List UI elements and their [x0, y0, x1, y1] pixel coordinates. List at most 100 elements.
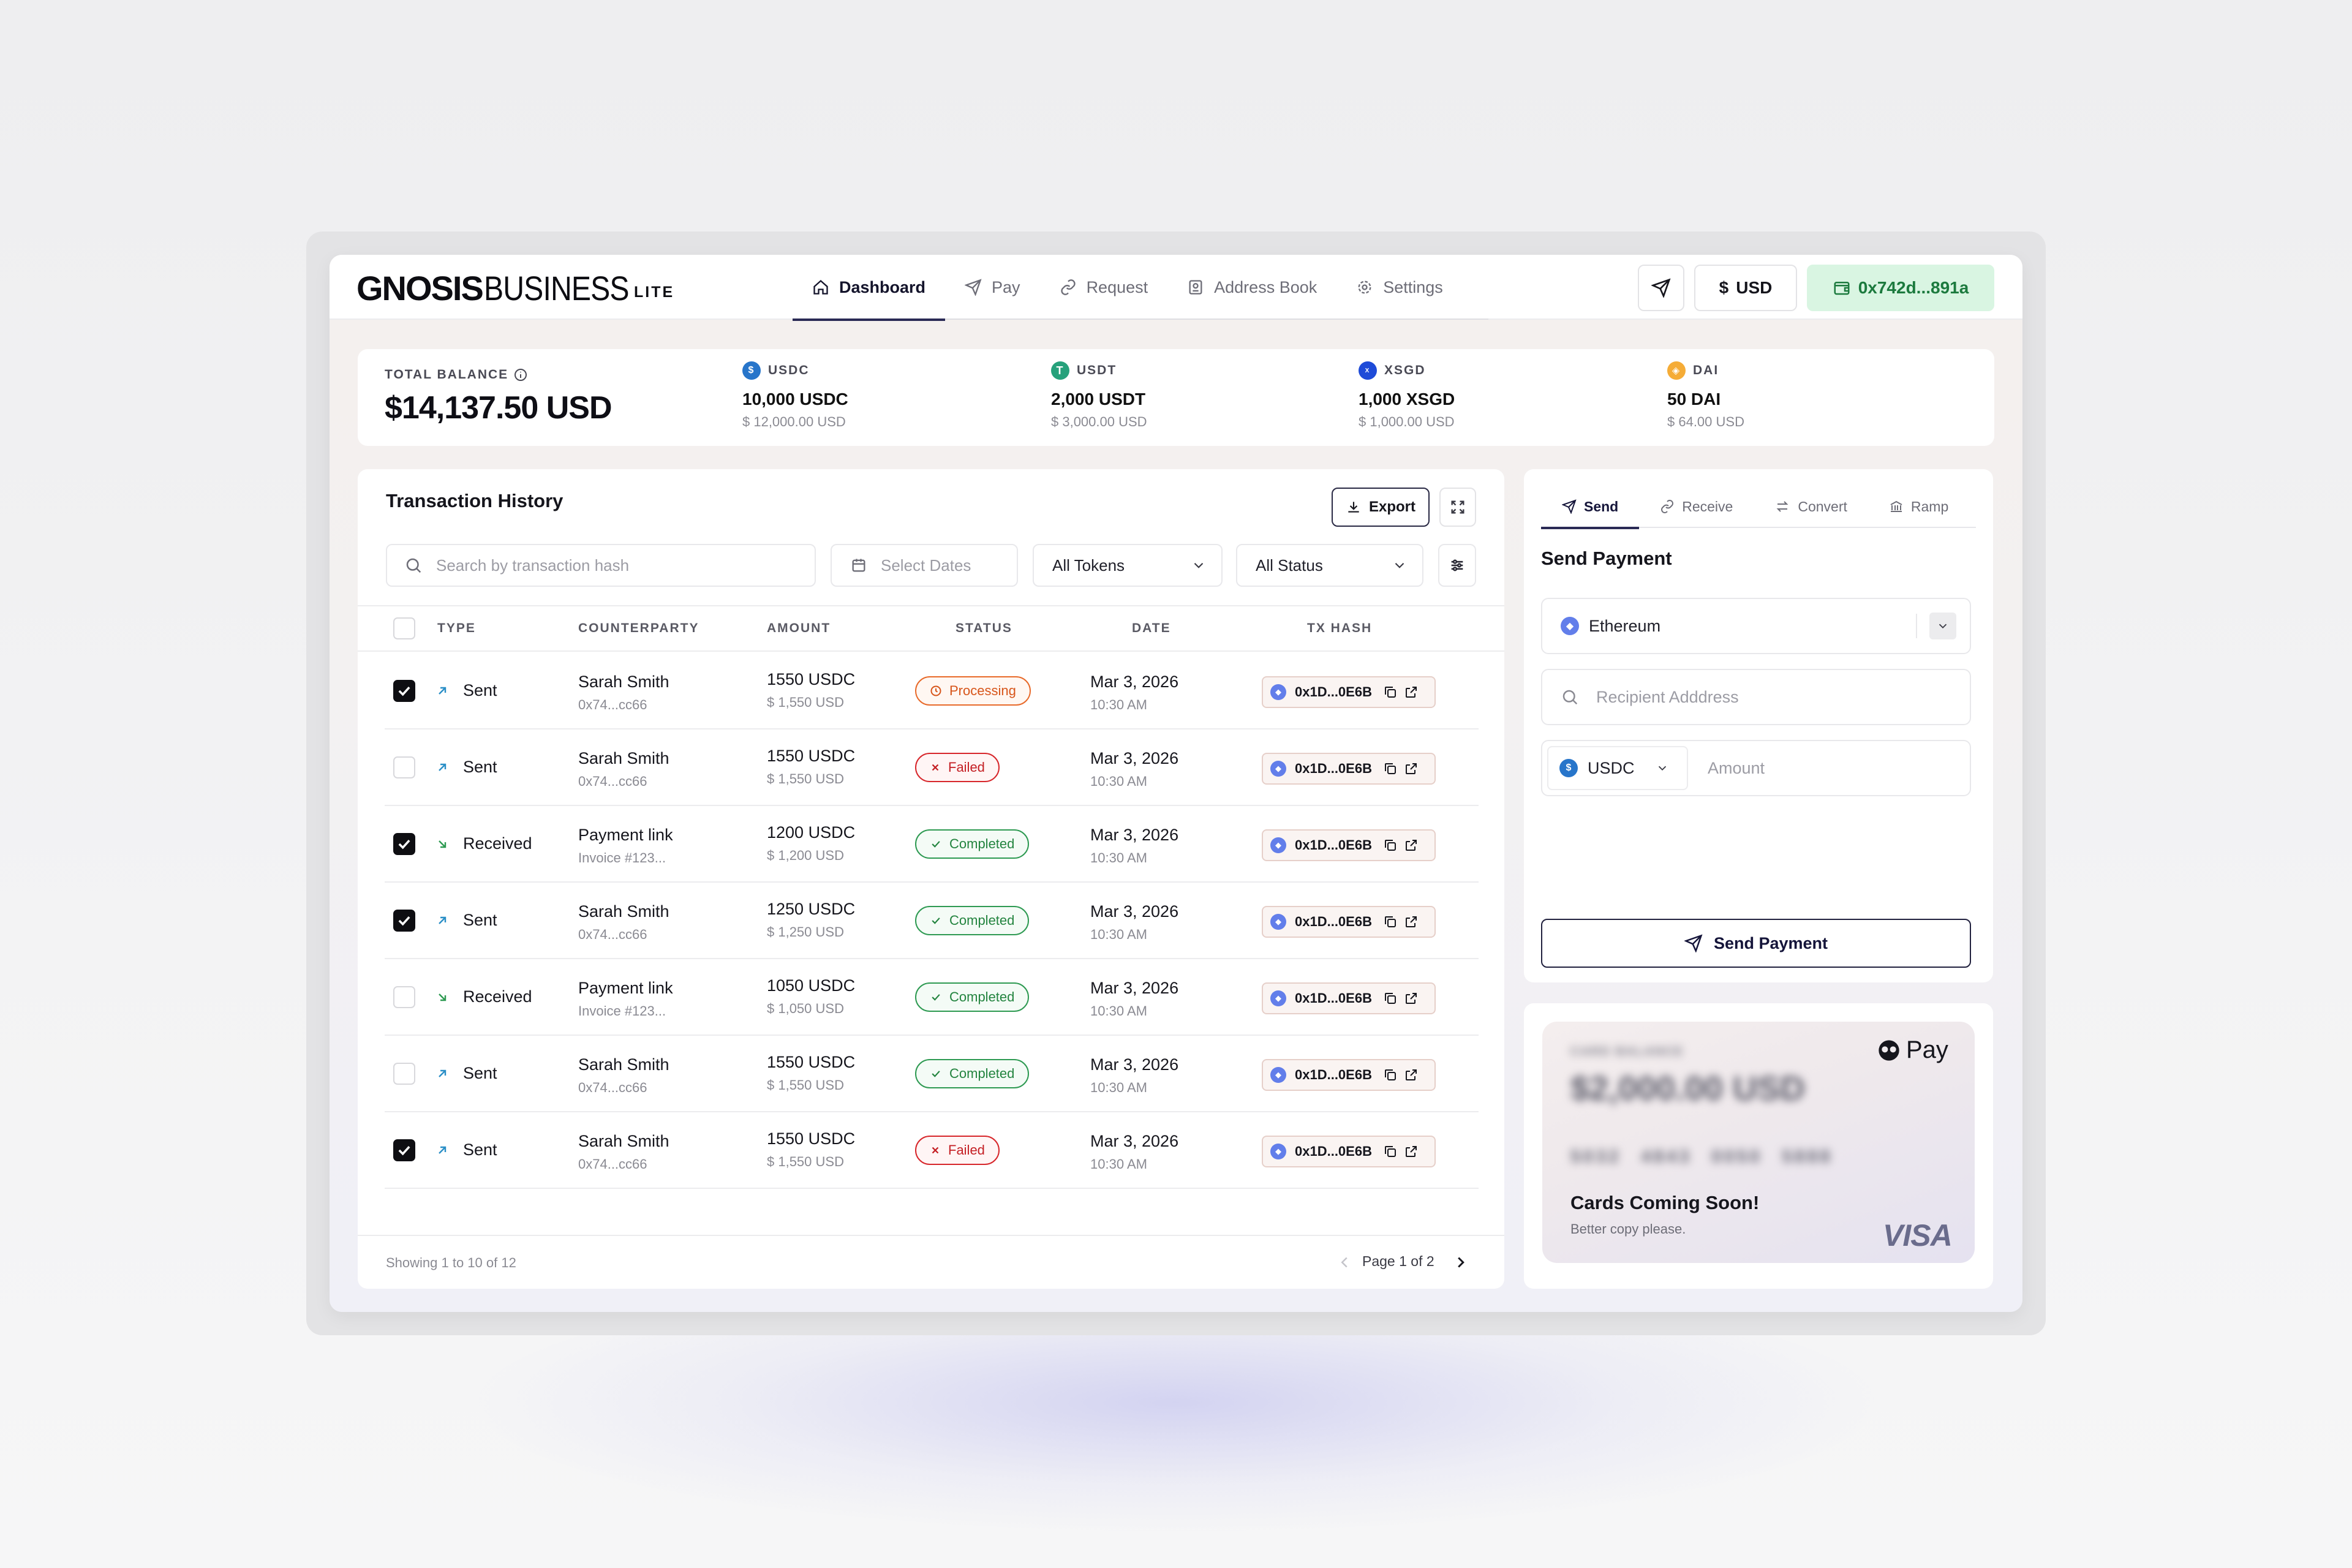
table-row[interactable]: Received Payment link Invoice #123... 1200 …: [385, 806, 1479, 883]
tx-amount: 1550 USDC: [767, 670, 856, 688]
counterparty-sub: Invoice #123...: [578, 850, 666, 865]
expand-button[interactable]: [1439, 488, 1476, 527]
status-badge: Completed: [915, 1059, 1030, 1088]
arrow-up-right-icon: [439, 687, 447, 695]
search-input[interactable]: Search by transaction hash: [386, 544, 816, 587]
send-icon: [1684, 934, 1703, 952]
select-all-checkbox[interactable]: [393, 617, 415, 639]
tx-date: Mar 3, 2026: [1090, 1132, 1179, 1150]
amount-input[interactable]: $ USDC Amount: [1541, 740, 1971, 796]
table-row[interactable]: Sent Sarah Smith 0x74...cc66 1250 USDC $ 1,2…: [385, 883, 1479, 959]
arrow-up-right-icon: [439, 1146, 447, 1154]
counterparty-name: Payment link: [578, 979, 673, 997]
row-checkbox[interactable]: [393, 680, 415, 702]
row-checkbox[interactable]: [393, 1063, 415, 1085]
dates-placeholder: Select Dates: [881, 556, 971, 575]
table-row[interactable]: Sent Sarah Smith 0x74...cc66 1550 USDC $ 1,5…: [385, 1112, 1479, 1189]
tx-hash: 0x1D...0E6B: [1295, 1067, 1372, 1082]
status-filter[interactable]: All Status: [1236, 544, 1423, 587]
token-usd: $ 64.00 USD: [1667, 414, 1744, 429]
token-usd: $ 3,000.00 USD: [1051, 414, 1147, 429]
col-status: STATUS: [956, 621, 1012, 635]
table-row[interactable]: Sent Sarah Smith 0x74...cc66 1550 USDC $ 1,5…: [385, 1036, 1479, 1112]
tx-time: 10:30 AM: [1090, 697, 1147, 712]
logo-gnosis: GNOSIS: [356, 268, 484, 307]
info-icon[interactable]: [513, 368, 528, 382]
tx-type: Sent: [435, 758, 497, 777]
tx-type-label: Sent: [463, 911, 497, 929]
logo[interactable]: GNOSIS BUSINESS LITE: [356, 268, 675, 307]
external-link-icon[interactable]: [1404, 761, 1419, 776]
external-link-icon[interactable]: [1404, 838, 1419, 853]
row-checkbox[interactable]: [393, 833, 415, 855]
recipient-input[interactable]: Recipient Adddress: [1541, 669, 1971, 725]
quick-send-button[interactable]: [1638, 265, 1684, 311]
check-icon: [932, 1071, 940, 1077]
network-select[interactable]: ◆ Ethereum: [1541, 598, 1971, 654]
checkmark-icon: [398, 1145, 410, 1156]
external-link-icon[interactable]: [1404, 991, 1419, 1006]
tab-ramp[interactable]: Ramp: [1868, 485, 1969, 528]
check-icon: [932, 841, 940, 848]
copy-icon[interactable]: [1383, 991, 1398, 1006]
bank-icon: [1890, 500, 1902, 512]
logo-lite: LITE: [634, 283, 675, 301]
wallet-button[interactable]: 0x742d...891a: [1807, 265, 1994, 311]
date-picker[interactable]: Select Dates: [831, 544, 1018, 587]
external-link-icon[interactable]: [1404, 1068, 1419, 1082]
table-row[interactable]: Received Payment link Invoice #123... 1050 …: [385, 959, 1479, 1036]
counterparty-name: Sarah Smith: [578, 749, 669, 767]
app-window: GNOSIS BUSINESS LITE Dashboard Pay Reque…: [330, 255, 2022, 1312]
status-badge: Completed: [915, 982, 1030, 1012]
send-payment-button[interactable]: Send Payment: [1541, 919, 1971, 968]
nav-address-book[interactable]: Address Book: [1167, 255, 1336, 320]
nav-dashboard[interactable]: Dashboard: [793, 255, 946, 321]
tab-label: Receive: [1682, 498, 1733, 514]
nav-pay[interactable]: Pay: [945, 255, 1040, 320]
token-xsgd: X XSGD 1,000 XSGD $ 1,000.00 USD: [1359, 361, 1455, 430]
copy-icon[interactable]: [1383, 1144, 1398, 1159]
tokens-filter[interactable]: All Tokens: [1033, 544, 1223, 587]
filter-settings-button[interactable]: [1438, 544, 1476, 587]
status-filter-value: All Status: [1256, 556, 1323, 575]
copy-icon[interactable]: [1383, 1068, 1398, 1082]
tab-receive[interactable]: Receive: [1639, 485, 1754, 528]
nav-request[interactable]: Request: [1040, 255, 1168, 320]
gnosis-pay-logo: Pay: [1877, 1036, 1948, 1064]
check-icon: [932, 994, 940, 1001]
tx-hash: 0x1D...0E6B: [1295, 684, 1372, 699]
chevron-left-icon[interactable]: [1335, 1253, 1354, 1272]
tab-send[interactable]: Send: [1541, 485, 1640, 529]
external-link-icon[interactable]: [1404, 1144, 1419, 1159]
row-checkbox[interactable]: [393, 1139, 415, 1161]
tab-label: Convert: [1798, 498, 1847, 514]
tab-convert[interactable]: Convert: [1754, 485, 1868, 528]
cards-coming-soon: Cards Coming Soon!: [1570, 1192, 1760, 1213]
status-label: Completed: [949, 836, 1015, 851]
external-link-icon[interactable]: [1404, 914, 1419, 929]
row-checkbox[interactable]: [393, 986, 415, 1008]
copy-icon[interactable]: [1383, 838, 1398, 853]
tx-hash-chip: ◆ 0x1D...0E6B: [1262, 829, 1436, 861]
download-icon: [1348, 502, 1359, 513]
token-select[interactable]: $ USDC: [1547, 746, 1688, 790]
status-label: Completed: [949, 913, 1015, 928]
token-amount: 2,000 USDT: [1051, 390, 1146, 409]
row-checkbox[interactable]: [393, 756, 415, 778]
copy-icon[interactable]: [1383, 685, 1398, 699]
export-button[interactable]: Export: [1332, 488, 1430, 527]
chevron-right-icon[interactable]: [1452, 1253, 1470, 1272]
nav-settings[interactable]: Settings: [1336, 255, 1463, 320]
table-row[interactable]: Sent Sarah Smith 0x74...cc66 1550 USDC $ 1,5…: [385, 729, 1479, 806]
external-link-icon[interactable]: [1404, 685, 1419, 699]
copy-icon[interactable]: [1383, 761, 1398, 776]
currency-button[interactable]: $ USD: [1694, 265, 1797, 311]
tx-amount-usd: $ 1,550 USD: [767, 771, 844, 786]
table-row[interactable]: Sent Sarah Smith 0x74...cc66 1550 USDC $ 1,5…: [385, 653, 1479, 729]
nav-label: Pay: [992, 277, 1020, 296]
balance-strip: TOTAL BALANCE $14,137.50 USD $ USDC 10,00…: [358, 349, 1994, 446]
status-badge: Completed: [915, 906, 1030, 935]
row-checkbox[interactable]: [393, 910, 415, 932]
copy-icon[interactable]: [1383, 914, 1398, 929]
chevron-down-icon[interactable]: [1929, 612, 1956, 639]
